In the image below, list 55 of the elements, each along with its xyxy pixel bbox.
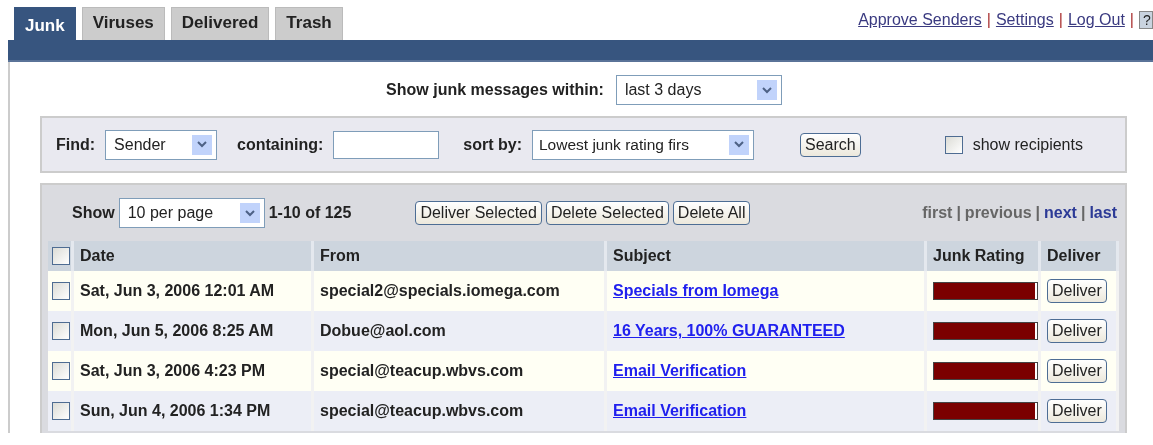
find-field-select[interactable]: Sender: [105, 129, 218, 160]
range-text: 1-10 of 125: [268, 203, 352, 223]
toolbar-button[interactable]: Deliver Selected: [415, 201, 542, 225]
column-header: From: [314, 241, 607, 271]
help-button[interactable]: ?: [1139, 11, 1153, 29]
tab[interactable]: Trash: [275, 7, 343, 40]
sort-select[interactable]: Lowest junk rating firs: [532, 129, 754, 160]
deliver-button[interactable]: Deliver: [1047, 359, 1107, 383]
select-all-checkbox[interactable]: [52, 247, 70, 265]
sender-cell: special@teacup.wbvs.com: [314, 351, 607, 391]
sort-label: sort by:: [463, 134, 522, 155]
row-checkbox[interactable]: [52, 362, 70, 380]
separator: |: [1035, 203, 1041, 223]
containing-label: containing:: [237, 134, 324, 155]
sender-cell: special@teacup.wbvs.com: [314, 391, 607, 431]
tab[interactable]: Viruses: [81, 7, 165, 40]
separator: |: [1080, 203, 1086, 223]
date-cell: Sat, Jun 3, 2006 12:01 AM: [74, 271, 314, 311]
separator: |: [1058, 10, 1063, 30]
column-header: Junk Rating: [927, 241, 1041, 271]
pager-link[interactable]: next: [1044, 201, 1077, 225]
show-recipients-label: show recipients: [972, 134, 1083, 155]
column-header: Subject: [607, 241, 927, 271]
search-button[interactable]: Search: [800, 132, 861, 157]
row-checkbox[interactable]: [52, 402, 70, 420]
sender-cell: Dobue@aol.com: [314, 311, 607, 351]
separator: |: [986, 10, 991, 30]
find-label: Find:: [56, 134, 96, 155]
deliver-button[interactable]: Deliver: [1047, 279, 1107, 303]
date-cell: Mon, Jun 5, 2006 8:25 AM: [74, 311, 314, 351]
separator: |: [956, 203, 961, 223]
pager-link[interactable]: last: [1089, 201, 1117, 225]
deliver-button[interactable]: Deliver: [1047, 399, 1107, 423]
separator: |: [1129, 10, 1134, 30]
header-link[interactable]: Settings: [995, 8, 1054, 32]
row-checkbox[interactable]: [52, 322, 70, 340]
header-link[interactable]: Log Out: [1067, 8, 1125, 32]
checkbox[interactable]: [944, 135, 963, 154]
row-checkbox[interactable]: [52, 282, 70, 300]
column-header: Date: [74, 241, 314, 271]
period-label: Show junk messages within:: [386, 80, 604, 100]
tab[interactable]: Delivered: [170, 7, 270, 40]
toolbar-button[interactable]: Delete All: [672, 201, 751, 225]
per-page-select[interactable]: 10 per page: [118, 198, 265, 228]
show-label: Show: [72, 203, 115, 223]
date-cell: Sun, Jun 4, 2006 1:34 PM: [74, 391, 314, 431]
date-cell: Sat, Jun 3, 2006 4:23 PM: [74, 351, 314, 391]
header-link[interactable]: Approve Senders: [858, 8, 982, 32]
period-select[interactable]: last 3 days: [615, 75, 782, 105]
column-header: Deliver: [1041, 241, 1119, 271]
sender-cell: special2@specials.iomega.com: [314, 271, 607, 311]
toolbar-button[interactable]: Delete Selected: [545, 201, 669, 225]
containing-field[interactable]: [333, 130, 440, 159]
deliver-button[interactable]: Deliver: [1047, 319, 1107, 343]
tab[interactable]: Junk: [14, 7, 76, 40]
